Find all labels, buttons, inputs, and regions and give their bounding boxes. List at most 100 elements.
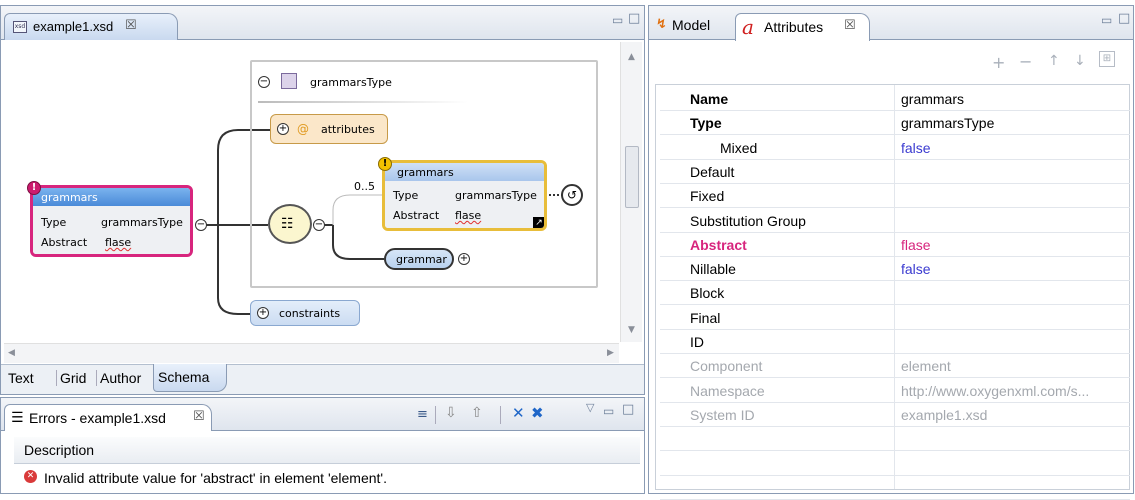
- root-element-name: grammars: [41, 191, 98, 204]
- property-row[interactable]: Abstract flase: [660, 233, 1130, 257]
- property-row[interactable]: System ID example1.xsd: [660, 403, 1130, 427]
- remove-property-icon[interactable]: −: [1019, 52, 1032, 71]
- scroll-up-icon[interactable]: ▲: [628, 52, 635, 62]
- mode-tab-grid[interactable]: Grid: [56, 370, 86, 386]
- toolbar-separator: [435, 406, 436, 424]
- horizontal-scrollbar[interactable]: ◀ ▶: [4, 343, 619, 363]
- property-row[interactable]: Namespace http://www.oxygenxml.com/s...: [660, 379, 1130, 403]
- property-value[interactable]: element: [901, 358, 1126, 374]
- property-row[interactable]: Nillable false: [660, 257, 1130, 282]
- errors-close-icon[interactable]: ☒: [193, 409, 205, 424]
- attributes-node[interactable]: + @ attributes: [270, 114, 388, 144]
- remove-icon[interactable]: ✕: [512, 404, 525, 422]
- complex-type-icon: [281, 73, 297, 89]
- property-value[interactable]: example1.xsd: [901, 407, 1126, 423]
- attributes-tab[interactable]: a Attributes ☒: [735, 13, 870, 41]
- mode-tab-schema: Schema: [158, 369, 210, 385]
- property-name: Nillable: [690, 261, 736, 278]
- property-value[interactable]: grammarsType: [901, 115, 1126, 131]
- scroll-right-icon[interactable]: ▶: [607, 348, 614, 358]
- root-collapse-icon[interactable]: −: [195, 219, 207, 231]
- property-name: Component: [690, 358, 763, 375]
- occurrence-label: 0..5: [354, 180, 375, 193]
- root-element-node[interactable]: grammars Type grammarsType Abstract flas…: [30, 185, 193, 257]
- property-row[interactable]: Fixed: [660, 184, 1130, 209]
- side-minimize-icon[interactable]: ▭: [1101, 13, 1112, 27]
- side-tab-bar: [649, 6, 1133, 40]
- list-icon: ☰: [11, 410, 24, 426]
- compositor-collapse-icon[interactable]: −: [313, 219, 325, 231]
- property-name: Mixed: [720, 139, 758, 156]
- errors-table-header[interactable]: Description: [14, 437, 640, 464]
- warning-marker-icon: !: [378, 157, 392, 171]
- constraints-expand-icon[interactable]: +: [257, 307, 269, 319]
- property-row[interactable]: ID: [660, 330, 1130, 354]
- vertical-scroll-thumb[interactable]: [625, 146, 639, 208]
- recursion-icon[interactable]: ↺: [561, 184, 583, 206]
- property-value[interactable]: false: [901, 140, 1126, 156]
- container-title: grammarsType: [310, 76, 392, 89]
- grammar-expand-icon[interactable]: +: [458, 253, 470, 265]
- grammar-label: grammar: [396, 253, 447, 266]
- mode-tab-author[interactable]: Author: [96, 370, 141, 386]
- property-row[interactable]: Block: [660, 281, 1130, 306]
- property-row[interactable]: Name grammars: [660, 87, 1130, 111]
- property-row[interactable]: Final: [660, 306, 1130, 330]
- grammar-node[interactable]: grammar: [384, 248, 454, 270]
- mode-tab-schema-active[interactable]: Schema: [153, 364, 227, 392]
- errors-tab[interactable]: ☰ Errors - example1.xsd ☒: [4, 404, 212, 431]
- property-name: Final: [690, 309, 721, 326]
- property-row[interactable]: Component element: [660, 354, 1130, 379]
- property-row[interactable]: [660, 452, 1130, 476]
- expand-icon[interactable]: +: [277, 123, 289, 135]
- property-name: Block: [690, 285, 725, 302]
- property-value[interactable]: http://www.oxygenxml.com/s...: [901, 383, 1126, 399]
- ref-element-node[interactable]: grammars Type grammarsType Abstract flas…: [382, 160, 547, 231]
- move-up-icon[interactable]: ↑: [1048, 53, 1060, 69]
- settings-icon[interactable]: ⊞: [1099, 51, 1115, 67]
- vertical-scrollbar[interactable]: ▲ ▼: [620, 42, 642, 342]
- attributes-label: attributes: [321, 123, 375, 136]
- property-value[interactable]: false: [901, 261, 1126, 277]
- tree-icon[interactable]: ≡: [417, 407, 428, 422]
- property-row[interactable]: Mixed false: [660, 136, 1130, 160]
- arrow-up-icon[interactable]: ⇧: [471, 405, 483, 421]
- sequence-compositor[interactable]: ☷: [268, 204, 312, 244]
- root-type-value: grammarsType: [101, 216, 183, 229]
- errors-maximize-icon[interactable]: □: [622, 402, 634, 417]
- errors-minimize-icon[interactable]: ▭: [603, 404, 614, 418]
- scroll-left-icon[interactable]: ◀: [8, 348, 15, 358]
- attributes-close-icon[interactable]: ☒: [844, 18, 856, 33]
- add-icon[interactable]: +: [992, 53, 1005, 72]
- constraints-node[interactable]: + constraints: [250, 300, 360, 326]
- sequence-icon: ☷: [281, 216, 294, 232]
- move-down-icon[interactable]: ↓: [1074, 53, 1086, 69]
- remove-all-icon[interactable]: ✖: [531, 404, 544, 422]
- root-abstract-label: Abstract: [41, 236, 88, 249]
- property-value[interactable]: grammars: [901, 91, 1126, 107]
- property-row[interactable]: [660, 427, 1130, 452]
- arrow-down-icon[interactable]: ⇩: [445, 405, 457, 421]
- error-message: Invalid attribute value for 'abstract' i…: [44, 470, 387, 486]
- property-name: Fixed: [690, 188, 725, 205]
- property-value[interactable]: flase: [901, 237, 1126, 253]
- constraints-label: constraints: [279, 307, 341, 320]
- property-name: Substitution Group: [690, 212, 806, 229]
- model-tab[interactable]: Model: [672, 17, 710, 33]
- property-name: Namespace: [690, 382, 765, 399]
- property-name: Name: [690, 91, 729, 107]
- property-row[interactable]: Default: [660, 160, 1130, 184]
- container-divider: [258, 101, 468, 103]
- ref-abstract-label: Abstract: [393, 209, 440, 222]
- ref-element-name: grammars: [397, 166, 454, 179]
- collapse-icon[interactable]: −: [258, 76, 270, 88]
- error-row[interactable]: ✕ Invalid attribute value for 'abstract'…: [14, 466, 640, 490]
- view-menu-icon[interactable]: ▽: [586, 401, 594, 414]
- property-name: Default: [690, 163, 735, 180]
- mode-tab-text[interactable]: Text: [8, 370, 34, 386]
- property-row[interactable]: [660, 476, 1130, 500]
- property-row[interactable]: Type grammarsType: [660, 111, 1130, 136]
- scroll-down-icon[interactable]: ▼: [628, 325, 635, 335]
- side-maximize-icon[interactable]: □: [1118, 11, 1130, 26]
- property-row[interactable]: Substitution Group: [660, 209, 1130, 233]
